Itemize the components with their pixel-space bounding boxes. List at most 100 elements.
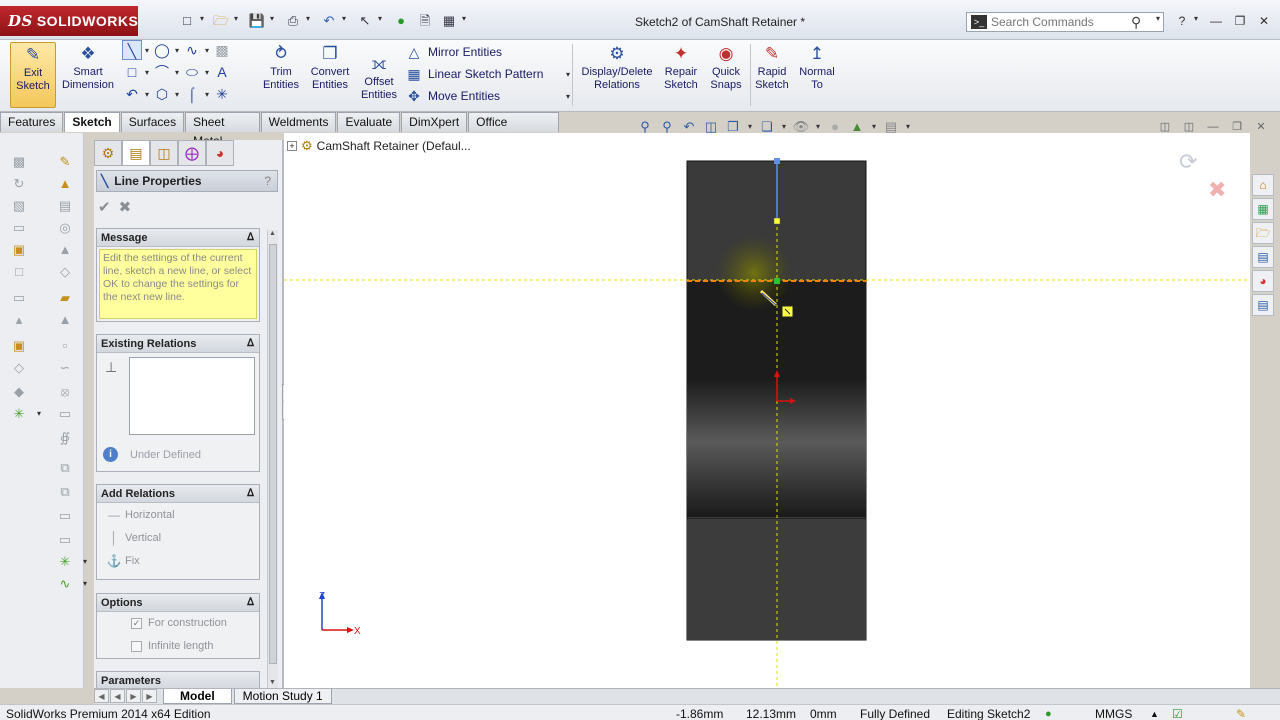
text-tool-icon[interactable]: A: [212, 62, 232, 82]
appearances-icon[interactable]: ◕: [1252, 270, 1274, 292]
arc-tool-icon[interactable]: ⌒: [152, 62, 172, 82]
tab-model[interactable]: Model: [163, 689, 232, 704]
feature-manager-tab-icon[interactable]: ⚙: [94, 140, 122, 166]
collapse-chevron-icon[interactable]: ᐃ: [247, 335, 254, 353]
for-construction-option[interactable]: ✓ For construction: [97, 612, 259, 634]
options-dropdown-icon[interactable]: ▾: [462, 14, 466, 23]
unit-system[interactable]: MMGS: [1095, 707, 1132, 720]
select-arrow-icon[interactable]: ↖: [356, 12, 374, 30]
view-settings-icon[interactable]: ▤: [882, 118, 900, 136]
draft-icon[interactable]: ◇: [56, 263, 74, 281]
next-tab-icon[interactable]: ▶: [126, 689, 141, 703]
new-document-icon[interactable]: □: [178, 12, 196, 30]
cancel-confirmation-icon[interactable]: ✖: [1208, 178, 1226, 203]
spline-tools-icon[interactable]: ∿: [56, 575, 74, 593]
fillet-feature-icon[interactable]: ▭: [10, 289, 28, 307]
rebuild-status-icon[interactable]: ●: [1045, 707, 1052, 720]
tooltip-toggle-icon[interactable]: ☑: [1172, 707, 1183, 720]
zoom-to-area-icon[interactable]: ⚲: [658, 118, 676, 136]
combine-icon[interactable]: ▭: [56, 531, 74, 549]
tab-office-products[interactable]: Office Products: [468, 112, 559, 148]
point-tool-icon[interactable]: ✳: [212, 84, 232, 104]
view-orientation-dropdown-icon[interactable]: ▾: [746, 118, 754, 136]
move-face-icon[interactable]: ∯: [56, 429, 74, 447]
previous-view-icon[interactable]: ↶: [680, 118, 698, 136]
wizard-icon[interactable]: ▣: [10, 241, 28, 259]
custom-properties-icon[interactable]: ▤: [1252, 294, 1274, 316]
property-manager-tab-icon[interactable]: ▤: [122, 140, 150, 166]
split-icon[interactable]: ▭: [56, 405, 74, 423]
rectangle-dropdown-icon[interactable]: ▾: [142, 68, 152, 77]
hole-icon[interactable]: ◎: [56, 219, 74, 237]
centerline-tool-icon[interactable]: ⌠: [182, 84, 202, 104]
relations-list[interactable]: [129, 357, 255, 435]
view-orientation-icon[interactable]: ❐: [724, 118, 742, 136]
display-style-icon[interactable]: ❏: [758, 118, 776, 136]
linear-sketch-pattern-button[interactable]: ▦ Linear Sketch Pattern ▾: [405, 64, 570, 84]
delete-face-icon[interactable]: ⦻: [56, 383, 74, 401]
expand-icon[interactable]: +: [287, 141, 297, 151]
centerline-dropdown-icon[interactable]: ▾: [202, 90, 212, 99]
infinite-length-option[interactable]: Infinite length: [97, 634, 259, 658]
options-header[interactable]: Options ᐃ: [97, 594, 259, 612]
scroll-down-icon[interactable]: ▼: [269, 679, 276, 686]
line-tool-icon[interactable]: ╲: [122, 40, 142, 60]
print-icon[interactable]: ⎙: [284, 12, 302, 30]
pm-scrollbar[interactable]: ▲ ▼: [267, 230, 278, 688]
apply-scene-dropdown-icon[interactable]: ▾: [870, 118, 878, 136]
open-folder-icon[interactable]: 🗁: [212, 12, 230, 30]
tile-vertical-icon[interactable]: ◫: [1180, 120, 1198, 134]
tile-horizontal-icon[interactable]: ◫: [1156, 120, 1174, 134]
line-dropdown-icon[interactable]: ▾: [142, 46, 152, 55]
rebuild-traffic-light-icon[interactable]: ●: [392, 12, 410, 30]
prev-tab-icon[interactable]: ◀: [110, 689, 125, 703]
message-group-header[interactable]: Message ᐃ: [97, 229, 259, 247]
confirmation-corner-icon[interactable]: ⟳: [1179, 150, 1197, 175]
ok-check-icon[interactable]: ✔: [98, 198, 111, 216]
apply-scene-icon[interactable]: ▲: [848, 118, 866, 136]
circle-dropdown-icon[interactable]: ▾: [172, 46, 182, 55]
search-commands-box[interactable]: >_ ⚲: [966, 12, 1164, 32]
tab-motion-study-1[interactable]: Motion Study 1: [233, 689, 332, 704]
extrude-icon[interactable]: ▩: [10, 153, 28, 171]
repair-sketch-button[interactable]: ✦ Repair Sketch: [660, 42, 702, 108]
section-view-icon[interactable]: ◫: [702, 118, 720, 136]
scroll-up-icon[interactable]: ▲: [269, 230, 276, 237]
tab-dimxpert[interactable]: DimXpert: [401, 112, 468, 132]
cut-icon[interactable]: ▤: [56, 197, 74, 215]
spline-tool-icon[interactable]: ∿: [182, 40, 202, 60]
loft-icon[interactable]: ▭: [10, 219, 28, 237]
reference-icon[interactable]: ◇: [10, 359, 28, 377]
boss-icon[interactable]: ▲: [56, 175, 74, 193]
dimxpert-manager-tab-icon[interactable]: ⨁: [178, 140, 206, 166]
feature-works-icon[interactable]: ✳: [56, 553, 74, 571]
solidworks-logo[interactable]: DS SOLIDWORKS: [0, 6, 138, 36]
scroll-thumb[interactable]: [269, 244, 277, 664]
dome-icon[interactable]: ▴: [10, 311, 28, 329]
first-tab-icon[interactable]: ◀: [94, 689, 109, 703]
print-dropdown-icon[interactable]: ▾: [306, 14, 310, 23]
trim-entities-button[interactable]: ⥁ Trim Entities: [258, 42, 304, 108]
for-construction-checkbox[interactable]: ✓: [131, 617, 142, 629]
save-dropdown-icon[interactable]: ▾: [270, 14, 274, 23]
search-dropdown-icon[interactable]: ▾: [1156, 14, 1160, 23]
mirror-feature-icon[interactable]: ▣: [10, 337, 28, 355]
circle-tool-icon[interactable]: ◯: [152, 40, 172, 60]
fillet-dropdown-icon[interactable]: ▾: [142, 90, 152, 99]
help-icon[interactable]: ?: [1172, 12, 1192, 30]
cancel-x-icon[interactable]: ✖: [119, 198, 132, 216]
linear-pattern-dropdown-icon[interactable]: ▾: [566, 70, 570, 79]
ellipse-tool-icon[interactable]: ⬭: [182, 62, 202, 82]
indent-icon[interactable]: ▭: [56, 507, 74, 525]
fillet-tool-icon[interactable]: ↶: [122, 84, 142, 104]
sketch-endpoint-coincident[interactable]: [774, 278, 780, 284]
chamfer-icon[interactable]: ▰: [56, 289, 74, 307]
ellipse-dropdown-icon[interactable]: ▾: [202, 68, 212, 77]
minimize-window-icon[interactable]: —: [1206, 12, 1226, 30]
horizontal-relation[interactable]: — Horizontal: [97, 503, 259, 526]
polygon-tool-icon[interactable]: ⬡: [152, 84, 172, 104]
graphics-area[interactable]: Z X ✖ ⟳: [284, 133, 1250, 688]
arc-dropdown-icon[interactable]: ▾: [172, 68, 182, 77]
pattern-icon[interactable]: ▫: [56, 337, 74, 355]
view-palette-icon[interactable]: ▤: [1252, 246, 1274, 268]
